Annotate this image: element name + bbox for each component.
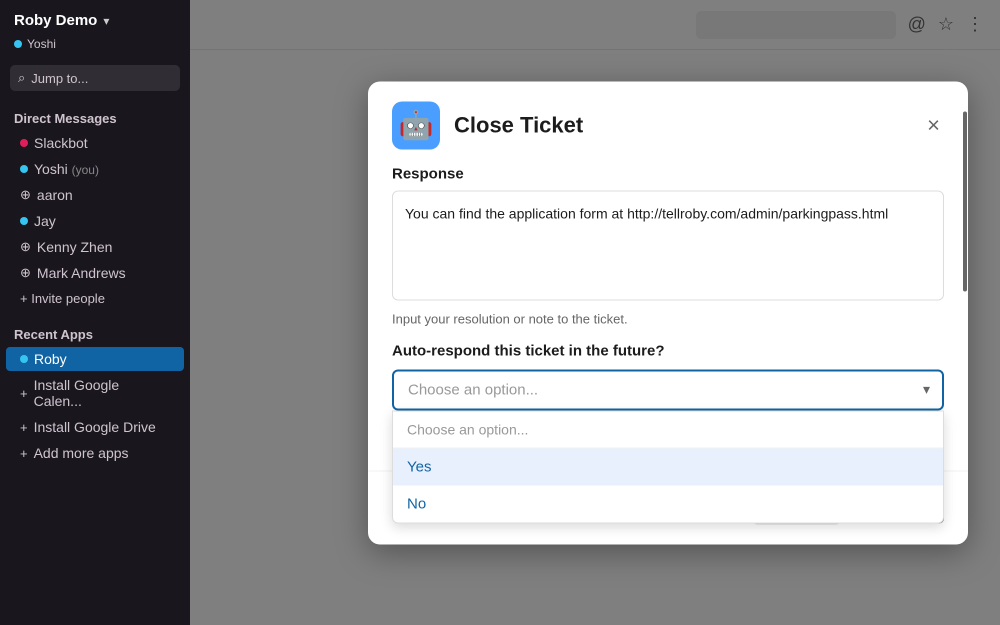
user-name: Yoshi bbox=[27, 37, 56, 51]
sidebar: Roby Demo ▾ Yoshi ⌕ Jump to... Direct Me… bbox=[0, 0, 190, 625]
slackbot-status-icon bbox=[20, 139, 28, 147]
response-hint: Input your resolution or note to the tic… bbox=[392, 311, 944, 326]
dropdown-option-yes[interactable]: Yes bbox=[393, 448, 943, 485]
sidebar-item-label: aaron bbox=[37, 187, 73, 203]
dm-section-header: Direct Messages bbox=[0, 101, 190, 130]
kenny-avatar-icon: ⊕ bbox=[20, 239, 31, 255]
sidebar-item-roby[interactable]: Roby bbox=[6, 347, 184, 371]
workspace-header[interactable]: Roby Demo ▾ bbox=[0, 0, 190, 37]
sidebar-item-yoshi[interactable]: Yoshi (you) bbox=[6, 157, 184, 181]
sidebar-item-google-drive[interactable]: + Install Google Drive bbox=[6, 415, 184, 439]
yoshi-status-icon bbox=[20, 165, 28, 173]
current-user: Yoshi bbox=[0, 37, 190, 61]
jump-to-search[interactable]: ⌕ Jump to... bbox=[10, 65, 180, 91]
close-ticket-modal: 🤖 Close Ticket × Response Input your res… bbox=[368, 81, 968, 544]
modal-app-icon: 🤖 bbox=[392, 101, 440, 149]
sidebar-item-label: Add more apps bbox=[34, 445, 129, 461]
sidebar-item-aaron[interactable]: ⊕ aaron bbox=[6, 183, 184, 207]
invite-people-button[interactable]: + Invite people bbox=[6, 287, 184, 310]
auto-respond-label: Auto-respond this ticket in the future? bbox=[392, 342, 944, 359]
plus-icon: + bbox=[20, 386, 28, 401]
sidebar-item-slackbot[interactable]: Slackbot bbox=[6, 131, 184, 155]
scrollbar-track[interactable] bbox=[962, 81, 968, 544]
workspace-name: Roby Demo bbox=[14, 12, 97, 29]
dropdown-list: Choose an option... Yes No bbox=[392, 410, 944, 523]
sidebar-item-jay[interactable]: Jay bbox=[6, 209, 184, 233]
modal-close-button[interactable]: × bbox=[923, 110, 944, 140]
sidebar-item-label: Roby bbox=[34, 351, 67, 367]
dropdown-option-no[interactable]: No bbox=[393, 485, 943, 522]
modal-header: 🤖 Close Ticket × bbox=[368, 81, 968, 165]
auto-respond-select-wrapper: Choose an option... Yes No ▾ Choose an o… bbox=[392, 369, 944, 410]
plus-icon: + bbox=[20, 446, 28, 461]
sidebar-item-label: Jay bbox=[34, 213, 56, 229]
sidebar-item-google-cal[interactable]: + Install Google Calen... bbox=[6, 373, 184, 413]
jay-status-icon bbox=[20, 217, 28, 225]
sidebar-item-label: Install Google Drive bbox=[34, 419, 156, 435]
workspace-chevron-icon: ▾ bbox=[103, 14, 109, 28]
sidebar-item-label: Yoshi (you) bbox=[34, 161, 99, 177]
sidebar-item-label: Kenny Zhen bbox=[37, 239, 113, 255]
sidebar-item-label: Slackbot bbox=[34, 135, 88, 151]
invite-label: + Invite people bbox=[20, 291, 105, 306]
user-status-dot bbox=[14, 40, 22, 48]
modal-body: Response Input your resolution or note t… bbox=[368, 165, 968, 430]
sidebar-item-mark[interactable]: ⊕ Mark Andrews bbox=[6, 261, 184, 285]
jump-to-icon: ⌕ bbox=[18, 70, 25, 86]
sidebar-item-label: Install Google Calen... bbox=[34, 377, 170, 409]
sidebar-item-label: Mark Andrews bbox=[37, 265, 126, 281]
roby-status-icon bbox=[20, 355, 28, 363]
scrollbar-thumb bbox=[963, 111, 967, 291]
mark-avatar-icon: ⊕ bbox=[20, 265, 31, 281]
modal-title: Close Ticket bbox=[454, 112, 909, 138]
dropdown-placeholder-item[interactable]: Choose an option... bbox=[393, 411, 943, 448]
plus-icon: + bbox=[20, 420, 28, 435]
response-textarea[interactable] bbox=[392, 190, 944, 300]
jump-to-label: Jump to... bbox=[31, 71, 88, 86]
sidebar-item-kenny[interactable]: ⊕ Kenny Zhen bbox=[6, 235, 184, 259]
auto-respond-select[interactable]: Choose an option... Yes No bbox=[392, 369, 944, 410]
robot-icon: 🤖 bbox=[399, 109, 434, 142]
sidebar-item-add-apps[interactable]: + Add more apps bbox=[6, 441, 184, 465]
aaron-avatar-icon: ⊕ bbox=[20, 187, 31, 203]
response-label: Response bbox=[392, 165, 944, 182]
apps-section-header: Recent Apps bbox=[0, 317, 190, 346]
